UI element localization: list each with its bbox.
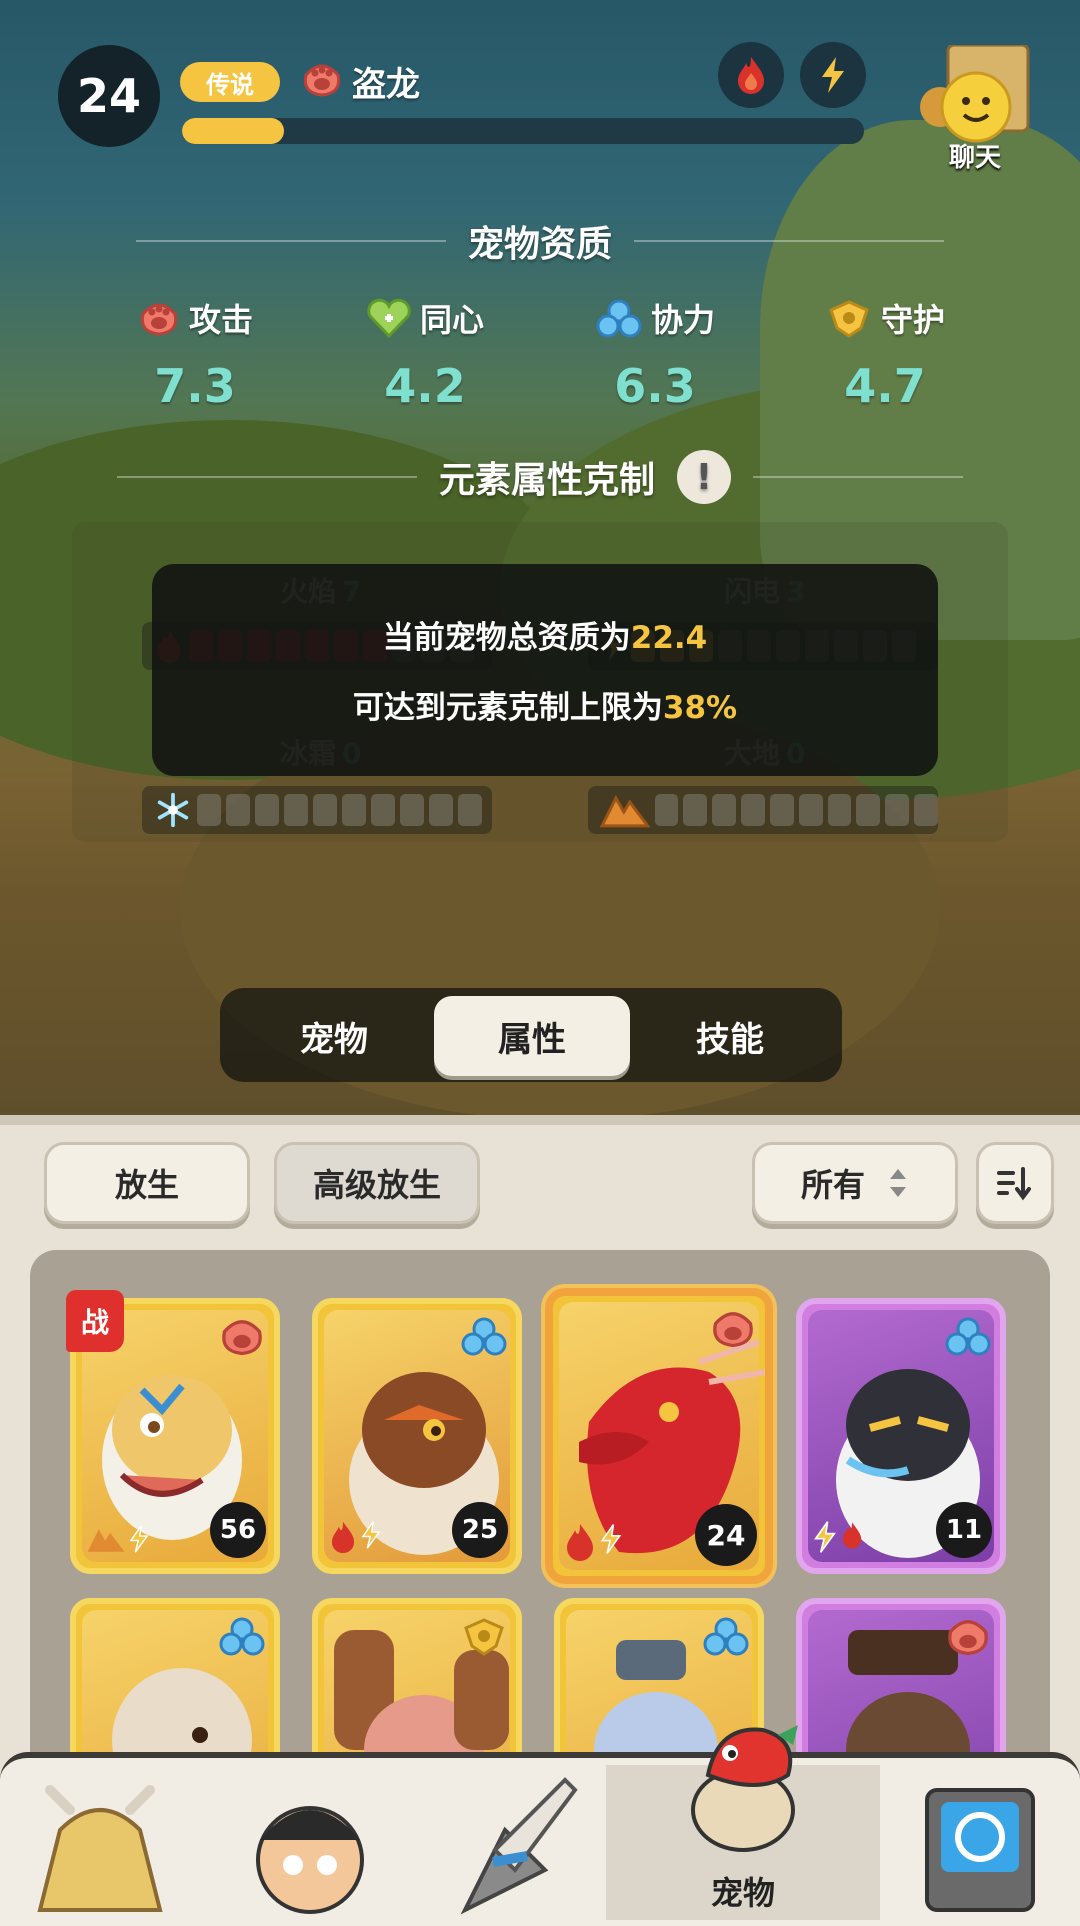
- tribe-hut-icon: [37, 1785, 163, 1912]
- character-icon: [256, 1806, 364, 1914]
- pet-elements: [563, 1522, 623, 1562]
- pet-level-badge: 24: [58, 45, 160, 147]
- aptitude-tooltip: 当前宠物总资质为22.4 可达到元素克制上限为38%: [152, 564, 938, 776]
- cooperation-icon: [702, 1612, 750, 1660]
- pet-elements: [86, 1524, 150, 1554]
- stat-cooperation-label: 协力: [650, 301, 715, 339]
- cooperation-icon: [944, 1312, 992, 1360]
- stat-heart-label: 同心: [419, 301, 484, 339]
- weapon-icon: [460, 1777, 578, 1915]
- nav-pets-label: 宠物: [710, 1874, 775, 1912]
- guard-icon: [460, 1612, 508, 1660]
- aptitude-title: 宠物资质: [467, 224, 612, 265]
- fire-element-button[interactable]: [718, 42, 784, 108]
- pet-level: 56: [210, 1502, 266, 1558]
- filter-dropdown[interactable]: 所有: [752, 1142, 958, 1224]
- stat-cooperation: 协力 6.3: [555, 295, 755, 413]
- earth-icon: [600, 794, 650, 828]
- nav-pets[interactable]: 宠物: [606, 1725, 880, 1920]
- lightning-icon: [129, 1525, 149, 1553]
- stat-attack-value: 7.3: [154, 359, 236, 413]
- nav-tribe[interactable]: [0, 1765, 200, 1920]
- stat-attack: 攻击 7.3: [95, 295, 295, 413]
- fire-icon: [842, 1522, 862, 1549]
- lightning-icon: [600, 1524, 622, 1554]
- guard-icon: [829, 300, 869, 338]
- stat-guard: 守护 4.7: [785, 295, 985, 413]
- chat-button[interactable]: 聊天: [910, 43, 1040, 173]
- aptitude-header: 宠物资质: [0, 215, 1080, 267]
- chat-label: 聊天: [948, 143, 1001, 173]
- nav-portal[interactable]: [880, 1765, 1080, 1920]
- pet-card[interactable]: 25: [312, 1298, 522, 1574]
- battle-tag: 战: [66, 1290, 124, 1352]
- sort-updown-icon: [890, 1169, 906, 1197]
- snowflake-icon: [157, 792, 189, 828]
- sort-button[interactable]: [976, 1142, 1054, 1224]
- lightning-icon: [361, 1521, 381, 1549]
- lightning-icon: [814, 1521, 837, 1553]
- fire-icon: [331, 1521, 355, 1554]
- stat-heart: 同心 4.2: [325, 295, 525, 413]
- nav-character[interactable]: [210, 1765, 410, 1920]
- info-button[interactable]: !: [677, 450, 731, 504]
- heart-icon: [367, 298, 411, 338]
- rarity-badge: 传说: [180, 62, 280, 102]
- detail-tabs: 宠物 属性 技能: [220, 988, 842, 1082]
- attack-icon: [140, 303, 178, 336]
- stat-guard-value: 4.7: [844, 359, 926, 413]
- tab-pet[interactable]: 宠物: [236, 996, 432, 1076]
- stat-guard-label: 守护: [880, 301, 945, 339]
- stat-heart-value: 4.2: [384, 359, 466, 413]
- fire-icon: [567, 1524, 593, 1561]
- pet-name: 盗龙: [352, 64, 420, 105]
- lightning-element-button[interactable]: [800, 42, 866, 108]
- elements-title: 元素属性克制: [438, 460, 655, 501]
- pet-level: 25: [452, 1502, 508, 1558]
- chat-icon: [920, 43, 1030, 143]
- portal-icon: [925, 1788, 1035, 1912]
- xp-bar: [182, 118, 864, 144]
- pet-dino-icon: [691, 1725, 798, 1852]
- stat-attack-label: 攻击: [188, 301, 253, 339]
- elements-header: 元素属性克制 !: [0, 450, 1080, 504]
- cooperation-icon: [460, 1312, 508, 1360]
- fire-icon: [738, 57, 764, 94]
- filter-value: 所有: [800, 1166, 865, 1204]
- pet-elements: [812, 1520, 864, 1554]
- attack-icon: [300, 59, 344, 103]
- aptitude-stats: 攻击 7.3 同心 4.2 协力 6.3 守护 4.7: [0, 295, 1080, 425]
- earth-icon: [87, 1529, 125, 1552]
- stat-cooperation-value: 6.3: [614, 359, 696, 413]
- pet-level: 24: [695, 1504, 757, 1566]
- pet-card-selected[interactable]: 24: [545, 1288, 773, 1584]
- cooperation-icon: [596, 299, 642, 338]
- pet-card[interactable]: 11: [796, 1298, 1006, 1574]
- pet-level: 11: [936, 1502, 992, 1558]
- attack-icon: [709, 1304, 757, 1352]
- cooperation-icon: [218, 1612, 266, 1660]
- frost-bar: [142, 786, 492, 834]
- pet-name-group: 盗龙: [300, 55, 420, 107]
- tab-attributes[interactable]: 属性: [434, 996, 630, 1076]
- lightning-icon: [822, 57, 844, 93]
- tab-skills[interactable]: 技能: [632, 996, 828, 1076]
- tooltip-line-2: 可达到元素克制上限为38%: [352, 690, 738, 726]
- attack-icon: [944, 1612, 992, 1660]
- exclamation-icon: !: [695, 456, 713, 498]
- attack-icon: [218, 1312, 266, 1360]
- advanced-release-button[interactable]: 高级放生: [274, 1142, 480, 1224]
- nav-equipment[interactable]: [410, 1765, 610, 1920]
- earth-bar: [588, 786, 938, 834]
- xp-bar-fill: [182, 118, 285, 144]
- tooltip-line-1: 当前宠物总资质为22.4: [382, 620, 708, 656]
- release-button[interactable]: 放生: [44, 1142, 250, 1224]
- sort-icon: [997, 1167, 1031, 1201]
- pet-elements: [328, 1520, 382, 1554]
